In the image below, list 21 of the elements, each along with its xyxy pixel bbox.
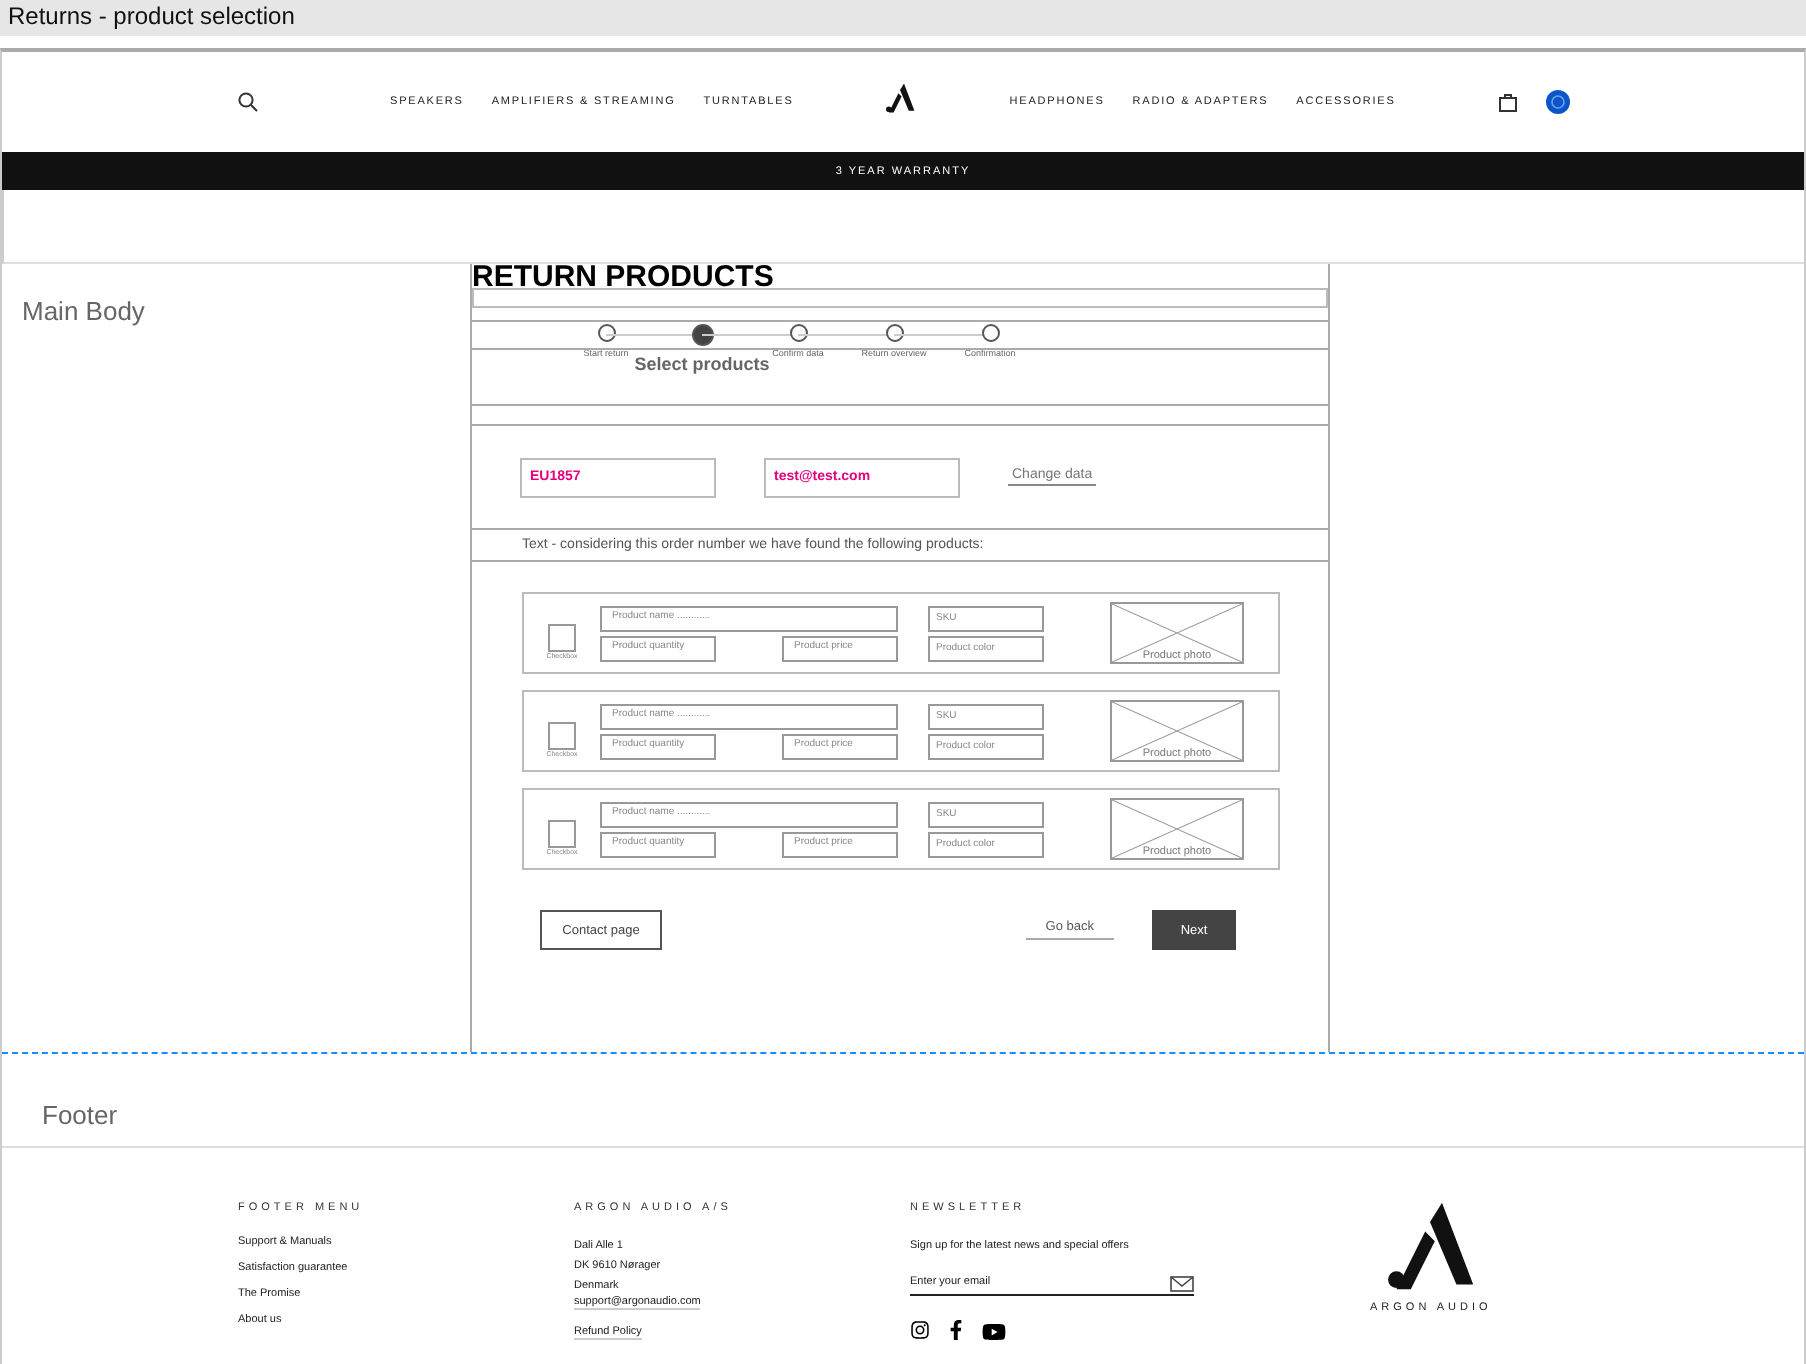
facebook-icon[interactable] [946, 1320, 966, 1340]
search-icon[interactable] [238, 92, 258, 112]
step-dot[interactable] [981, 324, 999, 342]
section-label: Main Body [22, 296, 145, 326]
envelope-icon[interactable] [1170, 1276, 1194, 1292]
globe-icon[interactable] [1546, 90, 1570, 114]
youtube-icon[interactable] [982, 1320, 1006, 1344]
window-title: Returns - product selection [0, 0, 1806, 36]
section-label: Footer [42, 1100, 118, 1130]
checkbox[interactable] [548, 623, 576, 651]
step-dot[interactable] [597, 324, 615, 342]
step-label: Select products [634, 354, 770, 374]
checkbox[interactable] [548, 721, 576, 749]
page-title: RETURN PRODUCTS [472, 264, 776, 292]
logo-icon [881, 81, 918, 113]
instagram-icon[interactable] [910, 1320, 930, 1340]
step-dot[interactable] [789, 324, 807, 342]
step-dot[interactable] [885, 324, 903, 342]
step-dot[interactable] [691, 324, 713, 346]
checkbox[interactable] [548, 819, 576, 847]
bag-icon[interactable] [1498, 92, 1518, 112]
